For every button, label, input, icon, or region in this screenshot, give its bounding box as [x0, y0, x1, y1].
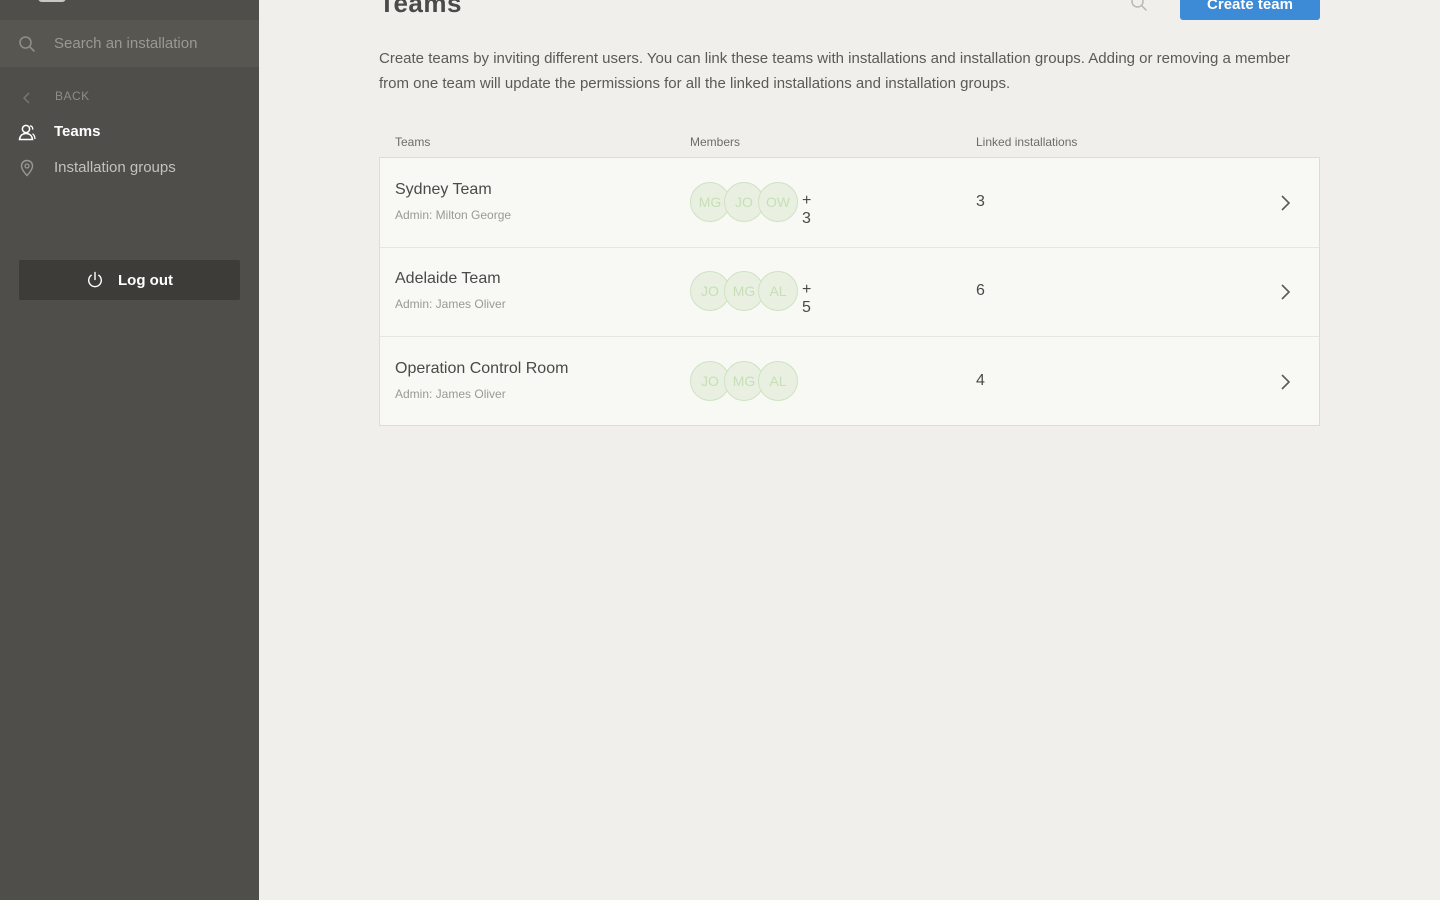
- chevron-left-icon: [22, 91, 32, 104]
- column-header-linked-installations: Linked installations: [976, 135, 1078, 149]
- sidebar-item-label: Teams: [54, 123, 101, 140]
- users-icon: [18, 123, 36, 141]
- team-admin: Admin: James Oliver: [395, 297, 506, 311]
- table-row[interactable]: Sydney Team Admin: Milton George MG JO O…: [380, 158, 1319, 248]
- back-link[interactable]: BACK: [0, 86, 259, 108]
- chevron-right-icon: [1279, 282, 1291, 302]
- search-icon[interactable]: [1130, 0, 1148, 12]
- team-name: Operation Control Room: [395, 360, 569, 377]
- column-header-members: Members: [690, 135, 741, 149]
- team-name: Adelaide Team: [395, 270, 501, 287]
- logout-label: Log out: [118, 271, 173, 289]
- sidebar-item-label: Installation groups: [54, 159, 176, 176]
- power-icon: [86, 271, 104, 289]
- location-pin-icon: [18, 159, 36, 177]
- column-header-teams: Teams: [395, 135, 431, 149]
- installation-search: [0, 20, 259, 67]
- table-row[interactable]: Operation Control Room Admin: James Oliv…: [380, 337, 1319, 427]
- sidebar-item-installation-groups[interactable]: Installation groups: [0, 153, 259, 183]
- teams-table: Sydney Team Admin: Milton George MG JO O…: [379, 157, 1320, 426]
- team-admin: Admin: James Oliver: [395, 387, 506, 401]
- back-label: BACK: [55, 89, 90, 103]
- page-description: Create teams by inviting different users…: [379, 50, 1291, 92]
- avatar: OW: [758, 182, 798, 222]
- chevron-right-icon: [1279, 193, 1291, 213]
- linked-installations-count: 4: [976, 372, 985, 389]
- search-icon: [18, 35, 36, 53]
- create-team-button[interactable]: Create team: [1180, 0, 1320, 20]
- logo: [38, 0, 66, 2]
- extra-members-count: + 3: [802, 192, 812, 227]
- linked-installations-count: 3: [976, 193, 985, 210]
- avatar: AL: [758, 271, 798, 311]
- search-input[interactable]: [54, 30, 244, 56]
- team-admin: Admin: Milton George: [395, 208, 512, 222]
- chevron-right-icon: [1279, 372, 1291, 392]
- page-title: Teams: [379, 0, 462, 18]
- avatar: AL: [758, 361, 798, 401]
- team-name: Sydney Team: [395, 181, 492, 198]
- extra-members-count: + 5: [802, 281, 812, 316]
- sidebar: BACK Teams Installation groups Log out: [0, 0, 259, 900]
- sidebar-item-teams[interactable]: Teams: [0, 117, 259, 147]
- main-content: Teams Create team Create teams by inviti…: [259, 0, 1440, 900]
- table-row[interactable]: Adelaide Team Admin: James Oliver JO MG …: [380, 247, 1319, 337]
- logout-button[interactable]: Log out: [19, 260, 240, 300]
- app-root: BACK Teams Installation groups Log out T…: [0, 0, 1440, 900]
- linked-installations-count: 6: [976, 282, 985, 299]
